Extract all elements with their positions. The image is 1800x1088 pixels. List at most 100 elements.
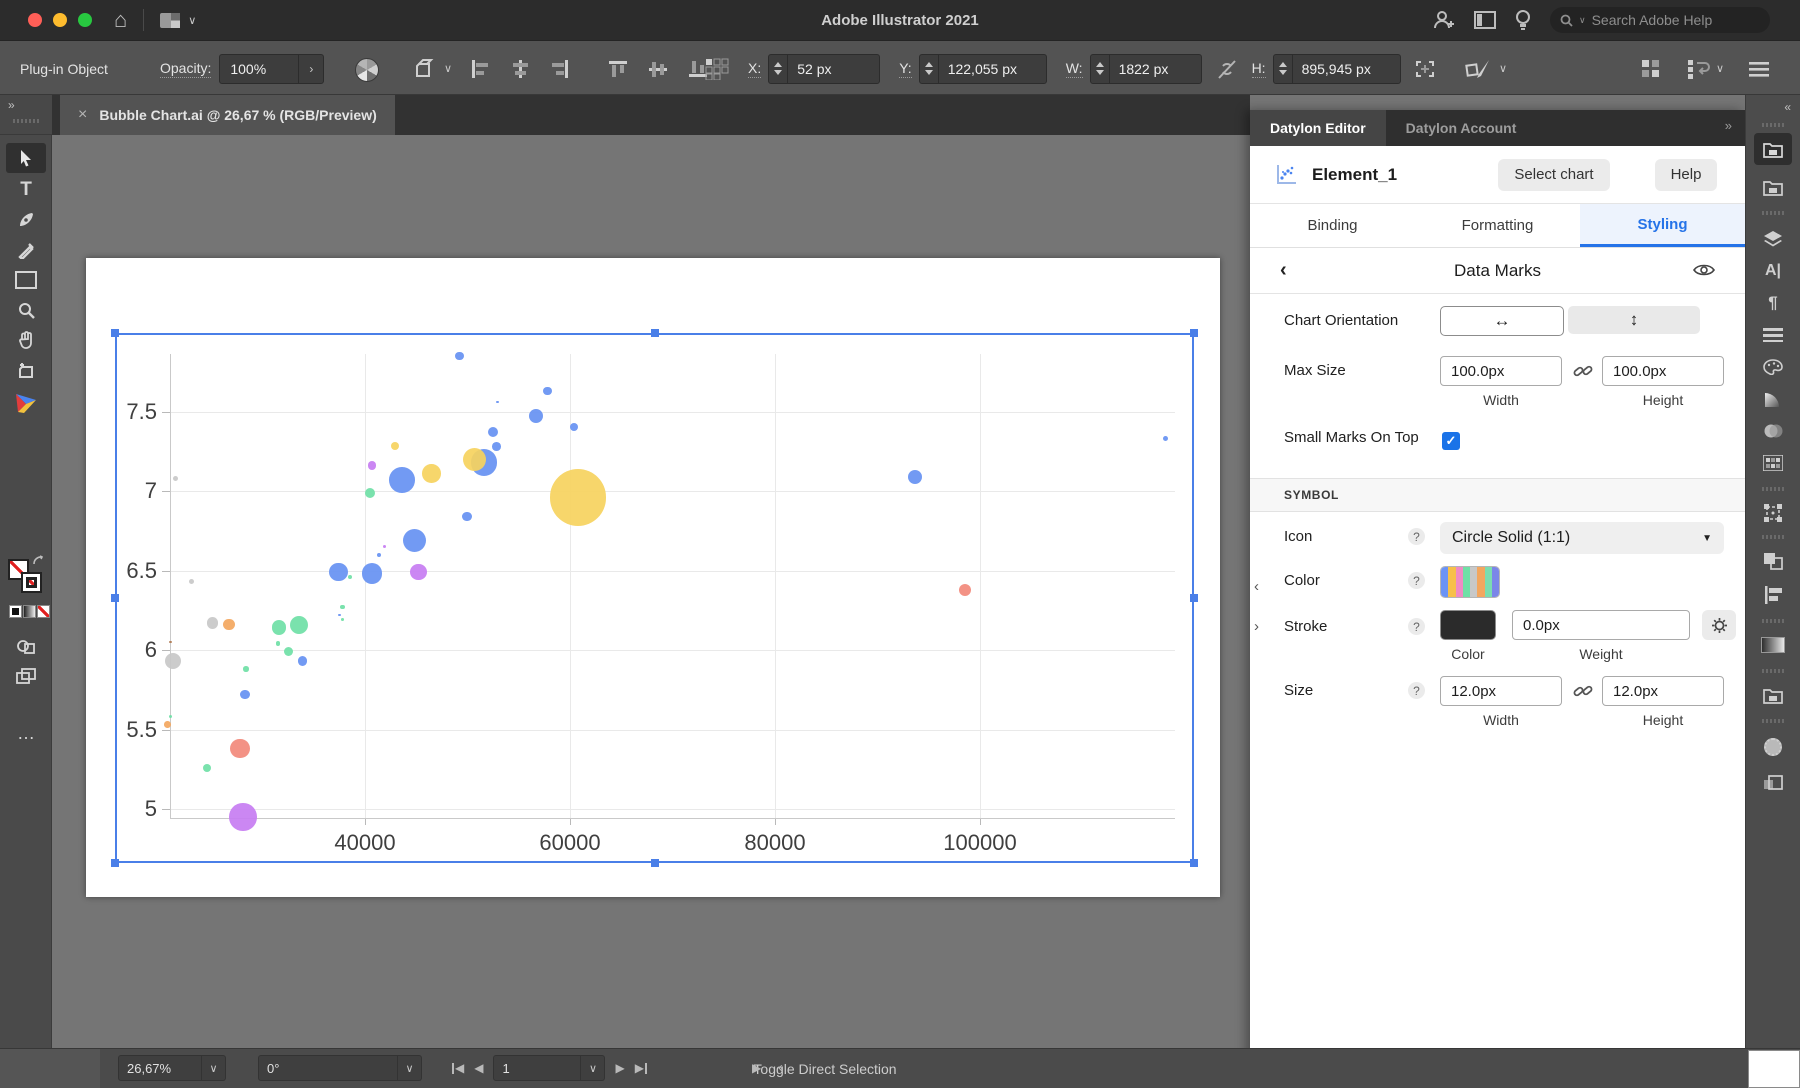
icon-dropdown[interactable]: Circle Solid (1:1) ▼ [1440,522,1724,554]
constrain-proportions-off-icon[interactable] [1215,58,1239,80]
icon-help-badge[interactable]: ? [1408,528,1425,545]
artboard-number-input[interactable]: 1 [493,1055,581,1081]
tab-binding[interactable]: Binding [1250,204,1415,247]
arrange-panel-icon[interactable] [1474,11,1496,29]
w-input[interactable]: 1822 px [1090,54,1202,84]
eyedropper-tool[interactable] [10,237,42,263]
tab-datylon-editor[interactable]: Datylon Editor [1250,110,1386,146]
pathfinder-panel-icon[interactable] [1759,549,1787,573]
tab-datylon-account[interactable]: Datylon Account [1386,110,1537,146]
opacity-input[interactable]: 100% › [219,54,324,84]
workspace-switcher[interactable]: ∨ [160,13,196,28]
orientation-horizontal-button[interactable]: ↔ [1440,306,1564,336]
visibility-eye-icon[interactable] [1693,262,1715,278]
align-left-icon[interactable] [470,59,490,79]
h-input[interactable]: 895,945 px [1273,54,1401,84]
swatches-panel-icon[interactable] [1759,451,1787,475]
rotation-value[interactable]: 0° [258,1055,398,1081]
recolor-artwork-icon[interactable] [355,58,379,82]
artboard-tool[interactable] [10,357,42,383]
selection-handle[interactable] [111,594,119,602]
panel-expand-right-icon[interactable]: › [1254,618,1259,635]
libraries-panel-icon[interactable] [1759,683,1787,707]
artboard-dropdown[interactable]: ∨ [581,1055,605,1081]
w-stepper[interactable] [1091,55,1110,83]
color-help-badge[interactable]: ? [1408,572,1425,589]
pen-tool[interactable] [10,207,42,233]
artboards-panel-icon[interactable] [1759,771,1787,795]
distribute-icon[interactable] [705,58,729,80]
selection-handle[interactable] [1190,859,1198,867]
align-hcenter-icon[interactable] [510,59,530,79]
first-artboard-button[interactable]: ◀ [452,1061,464,1075]
collapse-tools-icon[interactable]: » [8,98,16,112]
symbols-panel-icon[interactable] [1759,735,1787,759]
character-panel-icon[interactable]: A| [1759,259,1787,283]
x-input[interactable]: 52 px [768,54,880,84]
stroke-panel-icon[interactable] [1759,323,1787,347]
panel-collapse-left-icon[interactable]: ‹ [1254,578,1259,595]
x-label[interactable]: X: [748,60,761,78]
max-size-height-input[interactable]: 100.0px [1602,356,1724,386]
drag-handle[interactable] [1759,619,1787,623]
gradient-mode-icon[interactable] [23,605,36,618]
orientation-vertical-button[interactable]: ↕ [1568,306,1700,334]
color-mode-icon[interactable] [9,605,22,618]
tools-panel-header[interactable]: » [0,95,52,135]
shape-edit-button[interactable]: ∨ [1465,41,1507,96]
fill-stroke-controls[interactable] [8,555,44,595]
paragraph-panel-icon[interactable]: ¶ [1759,291,1787,315]
transparency-panel-icon[interactable] [1759,419,1787,443]
status-play-icon[interactable]: ▶ [752,1061,761,1075]
size-height-input[interactable]: 12.0px [1602,676,1724,706]
help-search-field[interactable]: ∨ Search Adobe Help [1550,7,1770,33]
zoom-level-dropdown[interactable]: ∨ [202,1055,226,1081]
gradient-tool-panel-icon[interactable] [1759,633,1787,657]
swap-fill-stroke-icon[interactable] [32,555,44,566]
selection-handle[interactable] [1190,329,1198,337]
selection-bounding-box[interactable] [115,333,1194,863]
align-panel-icon[interactable] [1759,583,1787,607]
selection-handle[interactable] [1190,594,1198,602]
stroke-settings-button[interactable] [1702,610,1736,640]
shape-builder-tool[interactable] [10,633,42,659]
none-mode-icon[interactable] [37,605,50,618]
expand-panels-icon[interactable]: « [1784,100,1792,114]
last-artboard-button[interactable]: ▶ [635,1061,647,1075]
select-chart-button[interactable]: Select chart [1498,159,1610,191]
mac-zoom-button[interactable] [78,13,92,27]
type-tool[interactable]: T [10,177,42,203]
lightbulb-icon[interactable] [1516,9,1530,31]
drag-handle[interactable] [10,119,42,123]
rectangle-tool[interactable] [10,267,42,293]
selection-handle[interactable] [111,329,119,337]
transform-icon[interactable] [1412,57,1438,81]
color-panel-icon[interactable] [1759,355,1787,379]
color-mode-controls[interactable] [9,605,50,618]
zoom-tool[interactable] [10,297,42,323]
y-label[interactable]: Y: [899,60,911,78]
selection-handle[interactable] [111,859,119,867]
drag-handle[interactable] [1759,719,1787,723]
gradient-panel-icon[interactable] [1759,387,1787,411]
status-collapse-icon[interactable]: ‹ [778,1059,783,1076]
selection-handle[interactable] [651,859,659,867]
stroke-swatch[interactable] [21,572,42,593]
stroke-color-swatch[interactable] [1440,610,1496,640]
home-icon[interactable]: ⌂ [114,9,127,31]
datylon-account-panel-icon[interactable] [1759,175,1787,199]
layers-panel-icon[interactable] [1759,227,1787,251]
document-tab[interactable]: × Bubble Chart.ai @ 26,67 % (RGB/Preview… [60,95,395,135]
align-top-icon[interactable] [608,59,628,79]
link-icon[interactable] [1573,681,1593,701]
snap-options-icon[interactable] [1640,58,1662,80]
h-label[interactable]: H: [1252,60,1266,78]
opacity-presets-button[interactable]: › [298,55,323,83]
h-stepper[interactable] [1274,55,1293,83]
color-palette-swatch[interactable] [1440,566,1500,598]
stacking-options-button[interactable]: ∨ [1686,58,1724,80]
hand-tool[interactable] [10,327,42,353]
previous-artboard-button[interactable]: ◀ [474,1061,483,1075]
stroke-weight-input[interactable]: 0.0px [1512,610,1690,640]
drag-handle[interactable] [1759,535,1787,539]
